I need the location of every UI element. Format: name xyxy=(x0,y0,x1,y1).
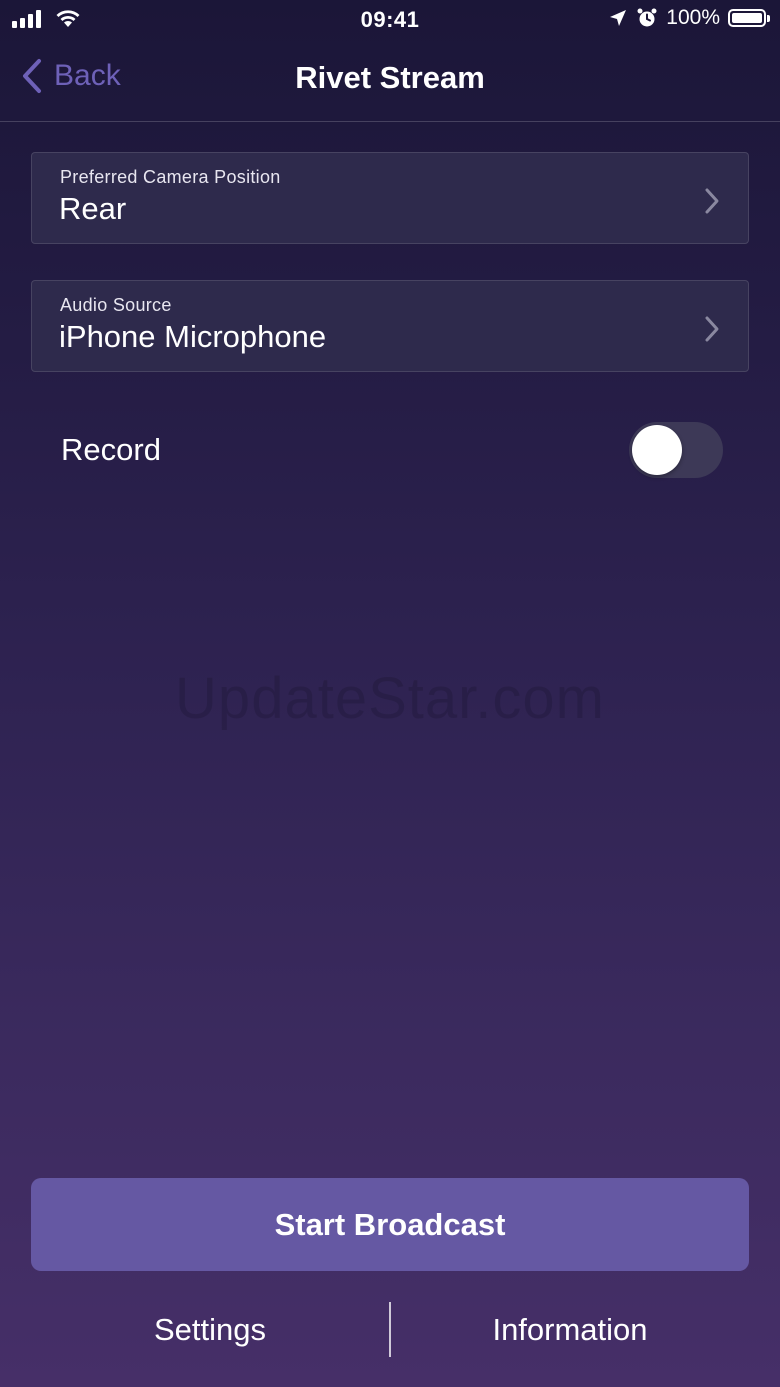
navigation-bar: Back Rivet Stream xyxy=(0,40,780,122)
audio-source-label: Audio Source xyxy=(60,295,172,315)
camera-position-value: Rear xyxy=(59,191,127,226)
record-row: Record xyxy=(31,410,749,490)
page-title: Rivet Stream xyxy=(295,60,485,95)
status-bar: 09:41 100% xyxy=(0,0,780,40)
watermark: UpdateStar.com xyxy=(175,666,605,731)
toggle-knob xyxy=(632,425,682,475)
tab-settings[interactable]: Settings xyxy=(0,1312,420,1348)
chevron-right-icon xyxy=(705,188,719,214)
record-toggle[interactable] xyxy=(629,422,723,478)
tab-information[interactable]: Information xyxy=(390,1312,750,1348)
camera-position-label: Preferred Camera Position xyxy=(60,167,281,187)
start-broadcast-button[interactable]: Start Broadcast xyxy=(31,1178,749,1271)
chevron-right-icon xyxy=(705,316,719,342)
camera-position-row[interactable]: Preferred Camera Position Rear xyxy=(31,152,749,244)
battery-icon xyxy=(728,9,770,27)
audio-source-value: iPhone Microphone xyxy=(59,319,327,354)
record-label: Record xyxy=(61,432,161,467)
battery-percent: 100% xyxy=(666,6,720,29)
location-icon xyxy=(610,10,627,26)
alarm-icon xyxy=(637,8,657,27)
bottom-tab-bar: Settings Information xyxy=(0,1300,780,1360)
audio-source-row[interactable]: Audio Source iPhone Microphone xyxy=(31,280,749,372)
